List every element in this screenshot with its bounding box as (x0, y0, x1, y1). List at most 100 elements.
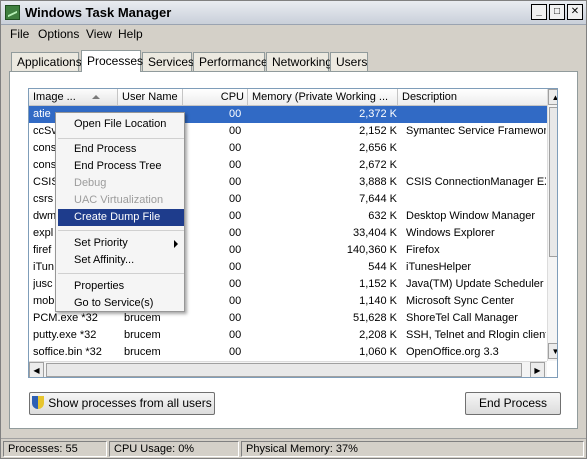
show-all-processes-button[interactable]: Show processes from all users (29, 392, 215, 415)
cell-user-name: brucem (124, 346, 161, 358)
cell-description: OpenOffice.org 3.3 (406, 346, 499, 358)
cell-cpu: 00 (229, 108, 242, 120)
cell-description: Firefox (406, 244, 440, 256)
cell-memory: 140,360 K (346, 244, 397, 256)
cell-memory: 1,152 K (359, 278, 397, 290)
horizontal-scroll-thumb[interactable] (46, 363, 522, 377)
scroll-up-icon[interactable]: ▲ (548, 89, 557, 105)
ctx-go-to-services[interactable]: Go to Service(s) (58, 295, 184, 312)
cell-description: Microsoft Sync Center (406, 295, 515, 307)
scroll-right-icon[interactable]: ▶ (530, 362, 545, 377)
sort-ascending-icon (92, 95, 100, 99)
cell-cpu: 00 (229, 244, 242, 256)
cell-description: iTunesHelper (406, 261, 472, 273)
table-row[interactable]: soffice.bin *32 brucem 00 1,060 K OpenOffice… (29, 344, 547, 361)
end-process-button[interactable]: End Process (465, 392, 561, 415)
ctx-end-process[interactable]: End Process (58, 141, 184, 158)
menu-view[interactable]: View (86, 27, 112, 41)
menu-help[interactable]: Help (118, 27, 143, 41)
column-header-image[interactable]: Image ... (29, 89, 118, 106)
cell-cpu: 00 (229, 278, 242, 290)
table-row[interactable]: PCM.exe *32 brucem 00 51,628 K ShoreTel Call… (29, 310, 547, 327)
cell-user-name: brucem (124, 312, 161, 324)
ctx-set-affinity[interactable]: Set Affinity... (58, 252, 184, 269)
tab-applications[interactable]: Applications (11, 52, 82, 71)
cell-cpu: 00 (229, 227, 242, 239)
cell-memory: 2,372 K (359, 108, 397, 120)
context-menu: Open File Location End Process End Process… (55, 112, 185, 312)
task-manager-window: Windows Task Manager _ □ ✕ File Options … (0, 0, 587, 459)
status-processes: Processes: 55 (3, 441, 107, 457)
cell-description: Desktop Window Manager (406, 210, 536, 222)
column-header-cpu[interactable]: CPU (183, 89, 248, 106)
cell-cpu: 00 (229, 295, 242, 307)
scroll-down-icon[interactable]: ▼ (548, 343, 557, 359)
cell-image-name: putty.exe *32 (33, 329, 97, 341)
cell-cpu: 00 (229, 261, 242, 273)
uac-shield-icon (32, 396, 45, 409)
tab-users[interactable]: Users (330, 52, 368, 71)
menu-bar: File Options View Help (1, 25, 586, 44)
ctx-create-dump-file[interactable]: Create Dump File (58, 209, 184, 226)
cell-memory: 1,060 K (359, 346, 397, 358)
tab-processes[interactable]: Processes (81, 50, 143, 72)
column-header-description[interactable]: Description (398, 89, 557, 106)
menu-options[interactable]: Options (38, 27, 79, 41)
table-row[interactable]: putty.exe *32 brucem 00 2,208 K SSH, Telnet … (29, 327, 547, 344)
submenu-arrow-icon (174, 240, 178, 248)
cell-description: Java(TM) Update Scheduler (406, 278, 544, 290)
ctx-open-file-location[interactable]: Open File Location (58, 116, 184, 133)
cell-description: Symantec Service Framework (406, 125, 546, 137)
tab-networking[interactable]: Networking (266, 52, 332, 71)
tab-services[interactable]: Services (142, 52, 194, 71)
menu-separator (58, 230, 184, 231)
menu-separator (58, 273, 184, 274)
status-physical-memory: Physical Memory: 37% (241, 441, 584, 457)
column-header-user[interactable]: User Name (118, 89, 183, 106)
vertical-scroll-thumb[interactable] (549, 107, 557, 257)
cell-memory: 7,644 K (359, 193, 397, 205)
cell-memory: 2,656 K (359, 142, 397, 154)
ctx-end-process-tree[interactable]: End Process Tree (58, 158, 184, 175)
menu-separator (58, 138, 184, 139)
column-header-memory[interactable]: Memory (Private Working ... (248, 89, 398, 106)
horizontal-scrollbar[interactable]: ◀ ▶ (29, 361, 547, 377)
minimize-button[interactable]: _ (531, 4, 547, 20)
cell-memory: 632 K (368, 210, 397, 222)
cell-description: Windows Explorer (406, 227, 495, 239)
tab-performance[interactable]: Performance (193, 52, 268, 71)
cell-cpu: 00 (229, 125, 242, 137)
cell-description: ShoreTel Call Manager (406, 312, 518, 324)
title-bar[interactable]: Windows Task Manager _ □ ✕ (1, 1, 586, 25)
cell-cpu: 00 (229, 346, 242, 358)
ctx-debug: Debug (74, 177, 107, 189)
cell-image-name: soffice.bin *32 (33, 346, 102, 358)
cell-cpu: 00 (229, 312, 242, 324)
ctx-properties[interactable]: Properties (58, 278, 184, 295)
cell-cpu: 00 (229, 193, 242, 205)
status-cpu-usage: CPU Usage: 0% (109, 441, 239, 457)
window-title: Windows Task Manager (25, 5, 172, 20)
vertical-scrollbar[interactable]: ▲ ▼ (547, 89, 557, 361)
cell-cpu: 00 (229, 176, 242, 188)
close-button[interactable]: ✕ (567, 4, 583, 20)
cell-image-name: PCM.exe *32 (33, 312, 98, 324)
cell-user-name: brucem (124, 329, 161, 341)
menu-file[interactable]: File (10, 27, 29, 41)
cell-memory: 51,628 K (352, 312, 397, 324)
cell-memory: 1,140 K (359, 295, 397, 307)
ctx-set-priority[interactable]: Set Priority (58, 235, 184, 252)
cell-memory: 2,208 K (359, 329, 397, 341)
task-manager-app-icon (5, 5, 20, 20)
cell-cpu: 00 (229, 142, 242, 154)
column-headers: Image ... User Name CPU Memory (Private … (29, 89, 557, 106)
maximize-button[interactable]: □ (549, 4, 565, 20)
cell-memory: 33,404 K (352, 227, 397, 239)
cell-memory: 3,888 K (359, 176, 397, 188)
status-bar: Processes: 55 CPU Usage: 0% Physical Mem… (1, 438, 586, 458)
cell-memory: 2,152 K (359, 125, 397, 137)
ctx-uac-virtualization: UAC Virtualization (74, 194, 164, 206)
scroll-left-icon[interactable]: ◀ (29, 362, 44, 377)
cell-description: SSH, Telnet and Rlogin client (406, 329, 546, 341)
cell-cpu: 00 (229, 159, 242, 171)
